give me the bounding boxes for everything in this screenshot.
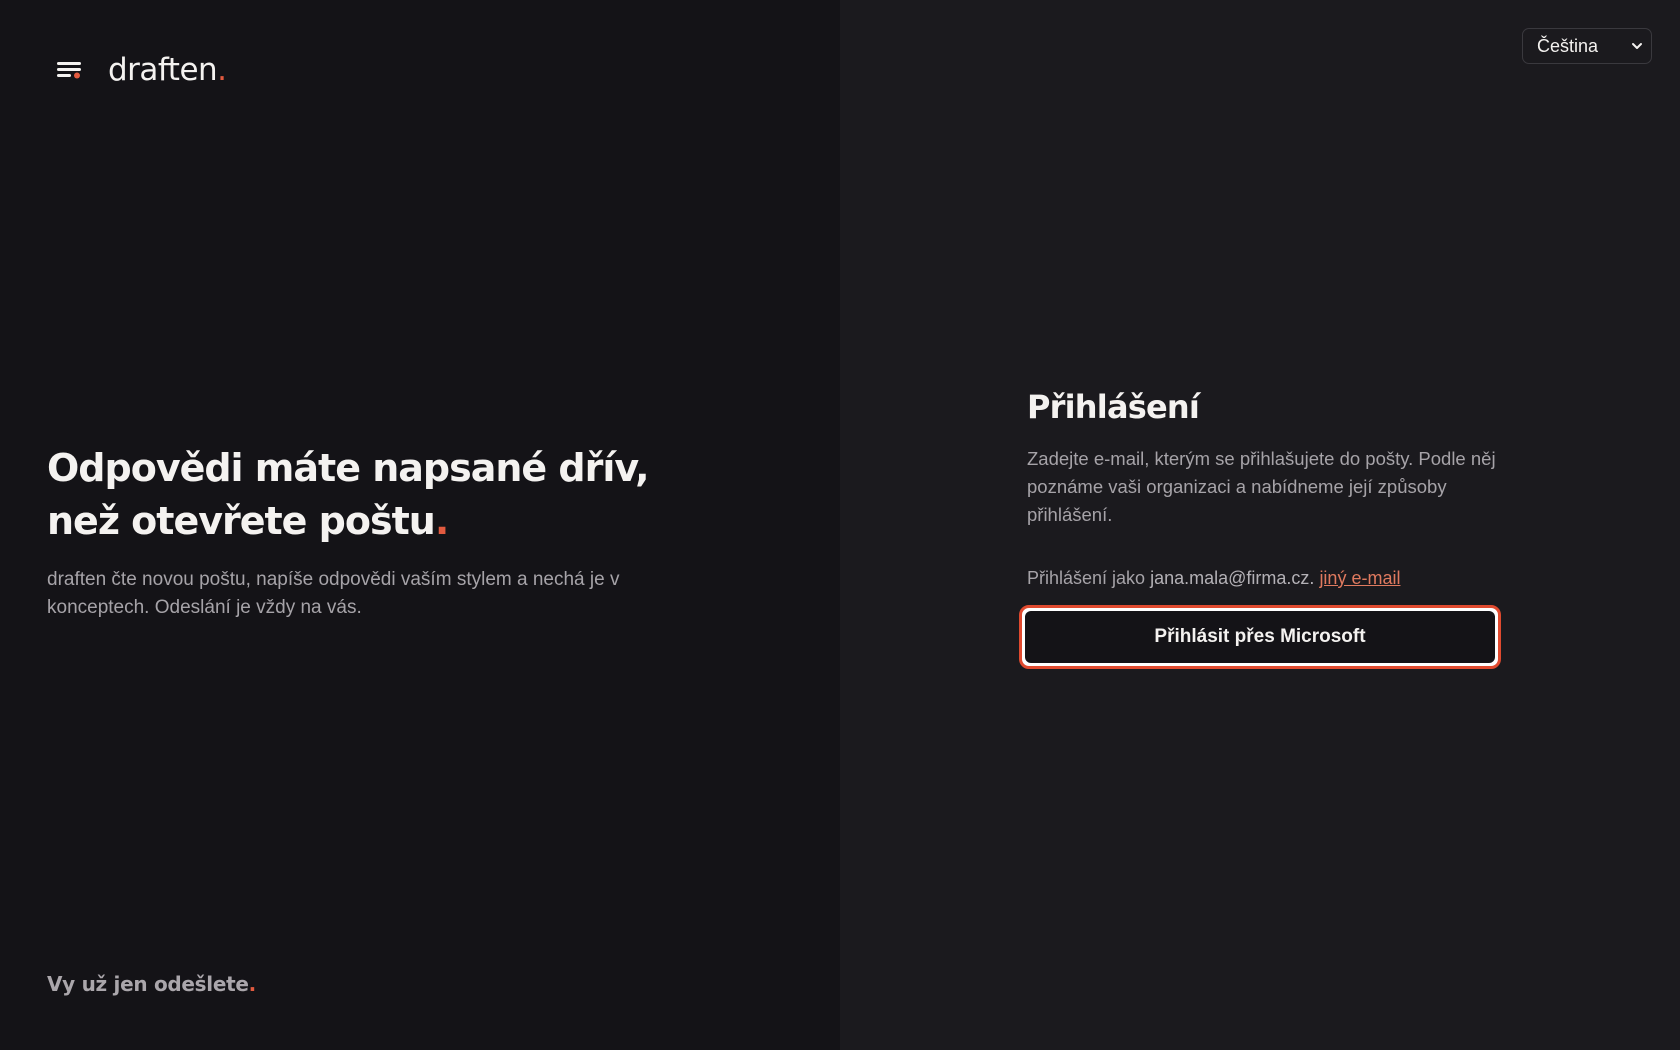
hero-title: Odpovědi máte napsané dřív, než otevřete… (47, 442, 687, 548)
hero-subtitle: draften čte novou poštu, napíše odpovědi… (47, 569, 620, 618)
footer-tagline-text: Vy už jen odešlete (47, 972, 249, 996)
language-select[interactable]: Čeština (1522, 28, 1652, 64)
login-title: Přihlášení (1027, 388, 1200, 426)
menu-lines-icon (56, 56, 84, 84)
brand-name: draften (108, 52, 218, 88)
signed-in-email: jana.mala@firma.cz. (1150, 568, 1315, 588)
hero: Odpovědi máte napsané dřív, než otevřete… (47, 442, 687, 622)
brand-dot: . (217, 52, 227, 88)
footer-tagline-dot: . (248, 972, 257, 996)
hero-title-dot: . (434, 499, 449, 543)
microsoft-login-button[interactable]: Přihlásit přes Microsoft (1025, 611, 1495, 663)
marketing-panel: draften. Odpovědi máte napsané dřív, než… (0, 0, 840, 1050)
chevron-down-icon (1632, 43, 1642, 49)
footer-tagline: Vy už jen odešlete. (47, 972, 256, 996)
other-email-link[interactable]: jiný e-mail (1319, 568, 1400, 588)
brand-wordmark: draften. (108, 52, 227, 88)
login-description: Zadejte e-mail, kterým se přihlašujete d… (1027, 448, 1496, 525)
language-selected-value: Čeština (1537, 35, 1599, 56)
login-panel: Čeština Přihlášení Zadejte e-mail, který… (840, 0, 1680, 1050)
microsoft-button-focus-ring: Přihlásit přes Microsoft (1019, 605, 1501, 669)
login-page: draften. Odpovědi máte napsané dřív, než… (0, 0, 1680, 1050)
login-form: Přihlášení Zadejte e-mail, kterým se při… (1019, 383, 1507, 669)
brand-logo[interactable]: draften. (56, 48, 227, 92)
signed-in-prefix: Přihlášení jako (1027, 568, 1146, 588)
hero-title-text: Odpovědi máte napsané dřív, než otevřete… (47, 446, 650, 543)
signed-in-as: Přihlášení jako jana.mala@firma.cz. jiný… (1027, 565, 1507, 591)
